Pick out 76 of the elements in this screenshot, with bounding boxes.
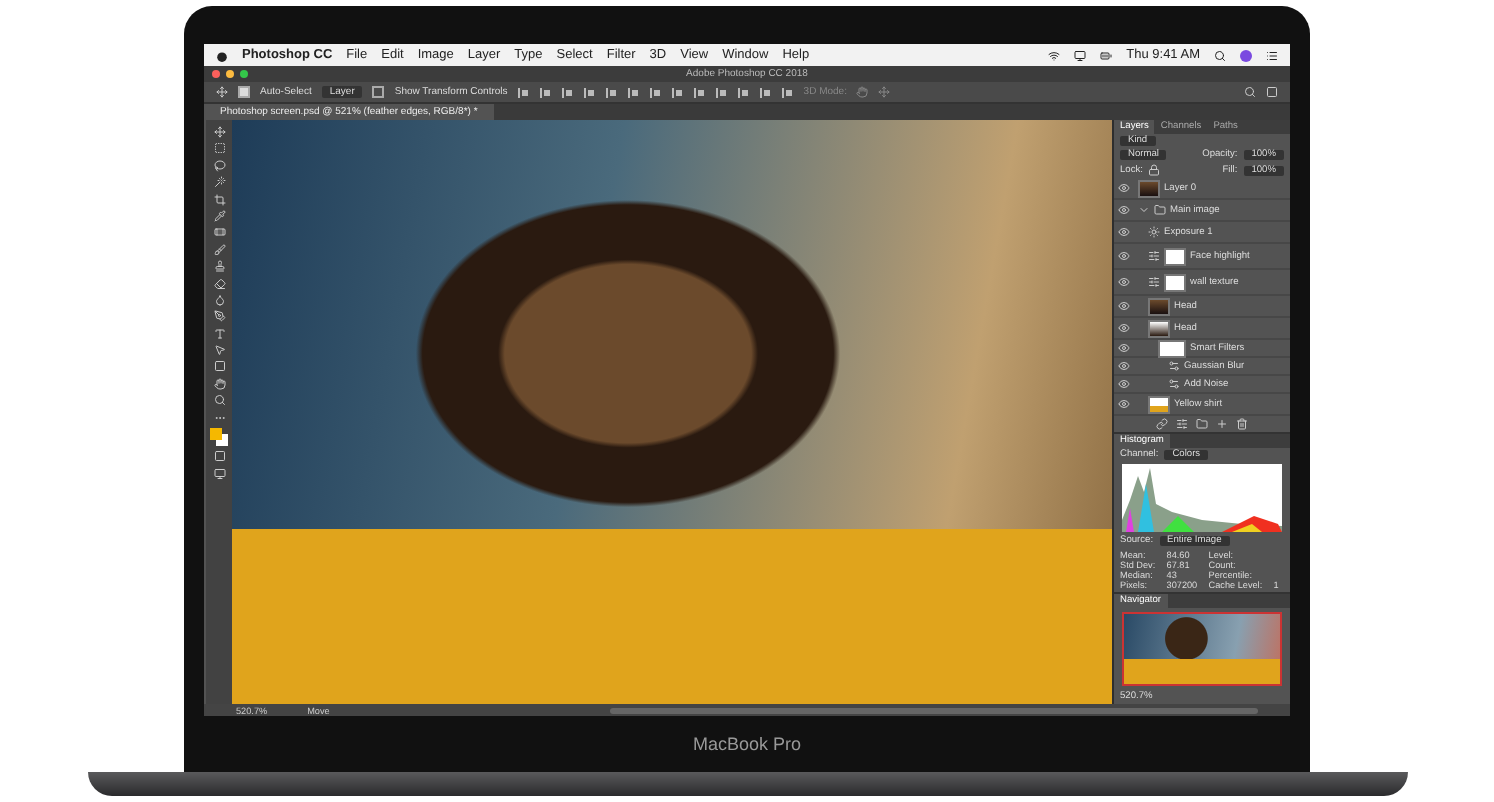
layer-thumbnail <box>1148 297 1170 315</box>
eye-icon[interactable] <box>1118 276 1130 288</box>
filter-settings-icon[interactable] <box>1168 378 1180 390</box>
adjustment-icon[interactable] <box>1176 418 1188 430</box>
align-icon[interactable] <box>561 86 574 98</box>
folder-icon[interactable] <box>1154 204 1166 216</box>
align-icon[interactable] <box>781 86 794 98</box>
layer-thumbnail <box>1148 395 1170 413</box>
eye-icon[interactable] <box>1118 226 1130 238</box>
eye-icon[interactable] <box>1118 204 1130 216</box>
zoom-icon[interactable] <box>213 394 225 407</box>
hand-icon[interactable] <box>213 377 225 390</box>
wifi-icon[interactable] <box>1048 49 1061 61</box>
adjustment-icon[interactable] <box>1148 250 1160 262</box>
search-icon[interactable] <box>1214 49 1226 61</box>
quick-mask-icon[interactable] <box>213 450 225 463</box>
battery-icon[interactable] <box>1100 49 1113 61</box>
pan-3d-icon[interactable] <box>878 86 891 98</box>
layer-thumbnail <box>1138 179 1160 197</box>
align-icon[interactable] <box>737 86 750 98</box>
trash-icon[interactable] <box>1236 418 1248 430</box>
caret-icon[interactable] <box>1138 204 1150 216</box>
move-icon[interactable] <box>216 86 228 98</box>
new-layer-icon[interactable] <box>1216 418 1228 430</box>
folder-icon[interactable] <box>1196 418 1208 430</box>
eye-icon[interactable] <box>1118 378 1130 390</box>
rectangle-icon[interactable] <box>213 360 225 373</box>
checkbox[interactable] <box>372 86 385 98</box>
eye-icon[interactable] <box>1118 398 1130 410</box>
eraser-icon[interactable] <box>213 277 225 290</box>
align-icon[interactable] <box>671 86 684 98</box>
align-icon[interactable] <box>627 86 640 98</box>
lock-icon[interactable] <box>1148 164 1161 176</box>
move-icon[interactable] <box>213 126 225 138</box>
scroll-bar[interactable] <box>609 707 1258 713</box>
crop-icon[interactable] <box>213 193 225 206</box>
eye-icon[interactable] <box>1118 250 1130 262</box>
align-icon[interactable] <box>539 86 552 98</box>
align-icon[interactable] <box>605 86 618 98</box>
eye-icon[interactable] <box>1118 300 1130 312</box>
lasso-icon[interactable] <box>213 159 225 172</box>
align-icon[interactable] <box>693 86 706 98</box>
type-icon[interactable] <box>213 327 225 340</box>
eyedropper-icon[interactable] <box>213 209 225 222</box>
color-swatches-icon[interactable] <box>210 428 228 447</box>
laptop-label: MacBook Pro <box>692 734 802 754</box>
eye-icon[interactable] <box>1118 182 1130 194</box>
eye-icon[interactable] <box>1118 342 1130 354</box>
airplay-icon[interactable] <box>1074 49 1087 61</box>
pen-icon[interactable] <box>213 310 225 323</box>
align-icon[interactable] <box>715 86 728 98</box>
eye-icon[interactable] <box>1118 322 1130 334</box>
brush-icon[interactable] <box>213 243 225 256</box>
mask-thumbnail <box>1164 247 1186 265</box>
mask-thumbnail <box>1164 273 1186 291</box>
filter-settings-icon[interactable] <box>1168 360 1180 372</box>
align-icon[interactable] <box>649 86 662 98</box>
layer-thumbnail <box>1148 319 1170 337</box>
stamp-icon[interactable] <box>213 260 225 273</box>
screen-mode-icon[interactable] <box>213 467 225 480</box>
droplet-icon[interactable] <box>213 293 225 306</box>
eye-icon[interactable] <box>1118 360 1130 372</box>
bandage-icon[interactable] <box>213 226 225 239</box>
align-icon[interactable] <box>583 86 596 98</box>
checkbox[interactable] <box>238 86 250 98</box>
align-icon[interactable] <box>517 86 530 98</box>
adjustment-icon[interactable] <box>1148 276 1160 288</box>
minimize-button[interactable] <box>226 70 234 78</box>
link-icon[interactable] <box>1156 418 1168 430</box>
workspace-icon[interactable] <box>1266 86 1278 98</box>
adjustment-icon[interactable] <box>1148 226 1160 238</box>
list-icon[interactable] <box>1266 49 1278 61</box>
zoom-button[interactable] <box>240 70 248 78</box>
align-icon[interactable] <box>759 86 772 98</box>
pointer-icon[interactable] <box>213 344 225 357</box>
close-button[interactable] <box>212 70 220 78</box>
